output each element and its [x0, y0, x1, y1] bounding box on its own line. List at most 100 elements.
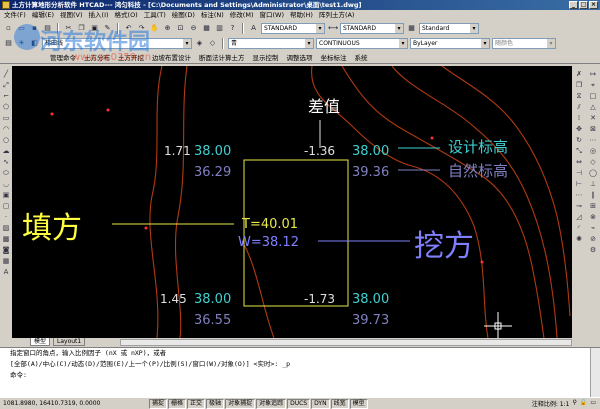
rectangle-icon[interactable]: ▭ [1, 114, 11, 123]
paste-icon[interactable]: ▣ [89, 23, 100, 34]
array-icon[interactable]: ⁞ [574, 114, 584, 123]
close-button[interactable]: × [589, 1, 598, 9]
stretch-icon[interactable]: ⇔ [574, 158, 584, 167]
menu-draw[interactable]: 绘图(D) [172, 10, 195, 21]
menu-insert[interactable]: 插入(I) [89, 10, 109, 21]
minimize-button[interactable]: _ [569, 1, 578, 9]
break-icon[interactable]: ⋯ [574, 191, 584, 200]
command-prompt[interactable]: 命令: [10, 370, 600, 381]
mirror-icon[interactable]: ⧖ [574, 92, 584, 101]
linetype-combo[interactable]: CONTINUOUS [316, 37, 408, 49]
snap-node-icon[interactable]: ⊗ [588, 213, 598, 222]
polyline-icon[interactable]: ⌐ [1, 92, 11, 101]
snap-settings-icon[interactable]: ⚙ [588, 246, 598, 255]
snap-from-icon[interactable]: ⌖ [588, 81, 598, 90]
lineweight-combo[interactable]: ByLayer [410, 37, 490, 49]
toggle-dyn[interactable]: DYN [311, 398, 330, 409]
join-icon[interactable]: ⊸ [574, 202, 584, 211]
dim-style-combo[interactable]: STANDARD [340, 22, 404, 34]
layer-state-icon[interactable]: ☀ [16, 38, 27, 49]
chamfer-icon[interactable]: ◿ [574, 213, 584, 222]
redo-icon[interactable]: ↷ [136, 23, 147, 34]
zoom-window-icon[interactable]: ⊡ [175, 23, 186, 34]
zoom-previous-icon[interactable]: ⊖ [188, 23, 199, 34]
zoom-realtime-icon[interactable]: ⊕ [162, 23, 173, 34]
menu-array-earthwork[interactable]: 阵列土方(A) [319, 10, 355, 21]
copy-object-icon[interactable]: ❐ [574, 81, 584, 90]
properties-icon[interactable]: ▦ [201, 23, 212, 34]
spline-icon[interactable]: ∿ [1, 158, 11, 167]
earthwork-menu-excavation[interactable]: 土方开挖 [118, 52, 144, 63]
menu-tools[interactable]: 工具(T) [144, 10, 166, 21]
table-style-combo[interactable]: Standard [419, 22, 479, 34]
layer-manager-icon[interactable]: ▤ [3, 38, 14, 49]
plotstyle-combo[interactable]: 随颜色 [492, 37, 556, 49]
print-icon[interactable]: ▤ [42, 23, 53, 34]
earthwork-menu-options[interactable]: 调整选项 [287, 52, 313, 63]
command-window[interactable]: 指定窗口的角点，输入比例因子 (nX 或 nXP)，或者 [全部(A)/中心(C… [0, 347, 600, 398]
new-file-icon[interactable]: ▫ [3, 23, 14, 34]
explode-icon[interactable]: ✺ [574, 235, 584, 244]
earthwork-menu-system[interactable]: 系统 [355, 52, 368, 63]
gradient-icon[interactable]: ▩ [1, 235, 11, 244]
copy-icon[interactable]: ❐ [76, 23, 87, 34]
menu-modify[interactable]: 修改(M) [230, 10, 254, 21]
trim-icon[interactable]: ⊣ [574, 169, 584, 178]
snap-endpoint-icon[interactable]: □ [588, 92, 598, 101]
drawing-canvas[interactable]: 差值 设计标高 自然标高 填方 挖方 1.71 38.00 36.29 -1.3… [12, 66, 572, 338]
earthwork-menu-slope[interactable]: 边坡布置设计 [152, 52, 191, 63]
rotate-icon[interactable]: ↻ [574, 136, 584, 145]
menu-file[interactable]: 文件(F) [4, 10, 26, 21]
snap-nearest-icon[interactable]: ⌁ [588, 224, 598, 233]
toggle-grid[interactable]: 栅格 [168, 398, 187, 409]
undo-icon[interactable]: ↶ [123, 23, 134, 34]
make-block-icon[interactable]: ▢ [1, 202, 11, 211]
arc-icon[interactable]: ◠ [1, 125, 11, 134]
snap-perpendicular-icon[interactable]: ⊥ [588, 180, 598, 189]
scale-icon[interactable]: ⤡ [574, 147, 584, 156]
earthwork-menu-distribution[interactable]: 土方分布 [84, 52, 110, 63]
snap-center-icon[interactable]: ◎ [588, 147, 598, 156]
earthwork-menu-coords[interactable]: 坐标标注 [321, 52, 347, 63]
toggle-osnap[interactable]: 对象捕捉 [225, 398, 256, 409]
hatch-icon[interactable]: ▨ [1, 224, 11, 233]
tab-model[interactable]: 模型 [30, 338, 51, 346]
earthwork-menu-manage[interactable]: 管理命令 [50, 52, 76, 63]
clean-screen-icon[interactable]: ▭ [590, 399, 596, 408]
menu-help[interactable]: 帮助(H) [290, 10, 313, 21]
circle-icon[interactable]: ○ [1, 136, 11, 145]
maximize-button[interactable]: □ [579, 1, 588, 9]
layer-combo[interactable]: 梯田线 [42, 37, 192, 49]
offset-icon[interactable]: ⫽ [574, 103, 584, 112]
menu-format[interactable]: 格式(O) [115, 10, 138, 21]
help-icon[interactable]: ? [227, 23, 238, 34]
snap-temp-track-icon[interactable]: ↦ [588, 70, 598, 79]
toggle-snap[interactable]: 捕捉 [149, 398, 168, 409]
revision-cloud-icon[interactable]: ☁ [1, 147, 11, 156]
menu-dimension[interactable]: 标注(N) [201, 10, 224, 21]
erase-icon[interactable]: ✗ [574, 70, 584, 79]
ellipse-arc-icon[interactable]: ◡ [1, 180, 11, 189]
annotation-scale[interactable]: 注释比例: 1:1 [532, 399, 570, 408]
toggle-ducs[interactable]: DUCS [287, 398, 311, 409]
snap-parallel-icon[interactable]: ∥ [588, 191, 598, 200]
snap-midpoint-icon[interactable]: △ [588, 103, 598, 112]
line-icon[interactable]: ╱ [1, 70, 11, 79]
snap-tangent-icon[interactable]: ◯ [588, 169, 598, 178]
point-icon[interactable]: · [1, 213, 11, 222]
snap-extension-icon[interactable]: ⋯ [588, 136, 598, 145]
toggle-otrack[interactable]: 对象追踪 [256, 398, 287, 409]
snap-apparent-icon[interactable]: ⊠ [588, 125, 598, 134]
menu-window[interactable]: 窗口(W) [259, 10, 284, 21]
annotation-visibility-icon[interactable]: ⚲ [572, 399, 576, 408]
color-combo[interactable]: 青 [228, 37, 314, 49]
region-icon[interactable]: ◙ [1, 246, 11, 255]
snap-quadrant-icon[interactable]: ◇ [588, 158, 598, 167]
menu-view[interactable]: 视图(V) [60, 10, 83, 21]
tab-layout1[interactable]: Layout1 [53, 338, 86, 346]
save-icon[interactable]: ▪ [29, 23, 40, 34]
snap-insert-icon[interactable]: ⊞ [588, 202, 598, 211]
menu-edit[interactable]: 编辑(E) [32, 10, 54, 21]
layer-previous-icon[interactable]: ◇ [207, 38, 218, 49]
toggle-ortho[interactable]: 正交 [187, 398, 206, 409]
